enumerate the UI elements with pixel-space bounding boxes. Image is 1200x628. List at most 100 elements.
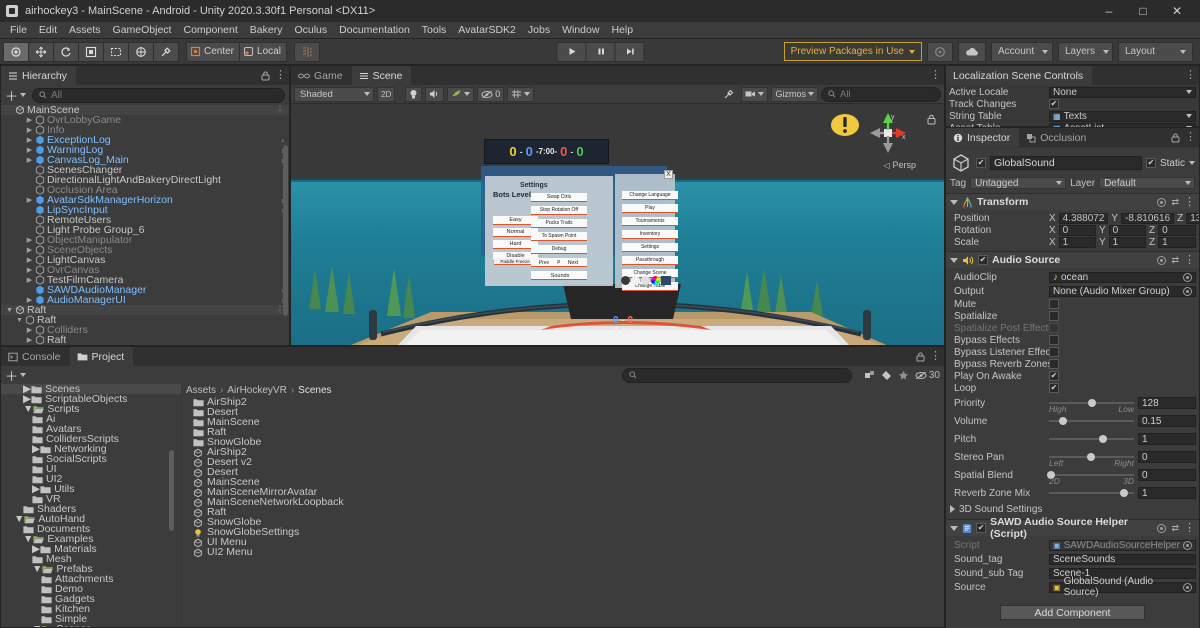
chevron-down-icon[interactable] bbox=[1189, 161, 1195, 165]
project-asset-airship2[interactable]: AirShip2 bbox=[182, 396, 944, 408]
sound-tag-field[interactable]: SceneSounds bbox=[1049, 553, 1196, 565]
tab-localization[interactable]: Localization Scene Controls bbox=[946, 66, 1093, 85]
hand-tool-button[interactable] bbox=[3, 41, 29, 62]
expand-arrow-icon[interactable]: ▶ bbox=[25, 126, 34, 134]
project-asset-raft[interactable]: Raft bbox=[182, 426, 944, 438]
menu-documentation[interactable]: Documentation bbox=[333, 22, 416, 39]
menu-window[interactable]: Window bbox=[556, 22, 605, 39]
close-button[interactable]: ✕ bbox=[1160, 0, 1194, 22]
account-button[interactable]: Account bbox=[991, 41, 1053, 62]
tab-occlusion[interactable]: Occlusion bbox=[1019, 128, 1096, 147]
play-on-awake-checkbox[interactable]: ✔ bbox=[1049, 371, 1059, 381]
hierarchy-item-objectmanipulator[interactable]: ▶ ObjectManipulator bbox=[1, 234, 289, 246]
breadcrumb-scenes[interactable]: Scenes bbox=[298, 385, 331, 396]
rotate-tool-button[interactable] bbox=[53, 41, 79, 62]
hierarchy-item-ovrcanvas[interactable]: ▶ OvrCanvas bbox=[1, 264, 289, 276]
project-asset-ui-menu[interactable]: UI Menu bbox=[182, 536, 944, 548]
expand-arrow-icon[interactable]: ▶ bbox=[25, 256, 34, 264]
expand-arrow-icon[interactable]: ▼ bbox=[23, 403, 33, 415]
menu-component[interactable]: Component bbox=[177, 22, 243, 39]
scene-viewport[interactable]: 0 - 0 7:00 0 - 0 -7:00- 0 - 0 Settings B… bbox=[291, 104, 944, 345]
minimize-button[interactable]: – bbox=[1092, 0, 1126, 22]
project-asset-snowglobe[interactable]: SnowGlobe bbox=[182, 436, 944, 448]
project-asset-ui2-menu[interactable]: UI2 Menu bbox=[182, 546, 944, 558]
menu-assets[interactable]: Assets bbox=[63, 22, 107, 39]
project-folder-socialscripts[interactable]: SocialScripts bbox=[1, 453, 181, 465]
menu-help[interactable]: Help bbox=[605, 22, 639, 39]
rect-tool-button[interactable] bbox=[103, 41, 129, 62]
hierarchy-item-ovrlobbygame[interactable]: ▶ OvrLobbyGame bbox=[1, 114, 289, 126]
active-locale-dropdown[interactable]: None bbox=[1049, 86, 1196, 98]
component-menu-icon[interactable]: ⋮ bbox=[1184, 254, 1195, 266]
project-tree-scrollbar[interactable] bbox=[169, 395, 174, 607]
project-folder-ai[interactable]: Ai bbox=[1, 413, 181, 425]
tab-inspector[interactable]: Inspector bbox=[946, 128, 1020, 147]
cloud-button[interactable] bbox=[958, 41, 986, 62]
breadcrumb[interactable]: Assets › AirHockeyVR › Scenes bbox=[182, 384, 944, 397]
hierarchy-item-colliders[interactable]: ▶ Colliders bbox=[1, 324, 289, 336]
expand-arrow-icon[interactable]: ▶ bbox=[25, 296, 34, 304]
bypass-listener-effects-checkbox[interactable]: ✔ bbox=[1049, 347, 1059, 357]
expand-arrow-icon[interactable]: ▶ bbox=[25, 146, 34, 154]
project-asset-desert-v2[interactable]: Desert v2 bbox=[182, 456, 944, 468]
pitch-value-field[interactable]: 1 bbox=[1138, 433, 1196, 445]
collab-button[interactable] bbox=[927, 41, 953, 62]
hierarchy-item-info[interactable]: ▶ Info bbox=[1, 124, 289, 136]
menu-bakery[interactable]: Bakery bbox=[244, 22, 289, 39]
hierarchy-item-raft[interactable]: ▶ Raft bbox=[1, 334, 289, 345]
project-folder-utils[interactable]: ▶ Utils bbox=[1, 483, 181, 495]
transform-position-z-field[interactable]: 13.46432 bbox=[1186, 212, 1199, 224]
hierarchy-item-raft[interactable]: ▼ Raft bbox=[1, 314, 289, 326]
sounds-button[interactable]: Sounds bbox=[534, 272, 586, 280]
project-asset-airship2[interactable]: AirShip2 bbox=[182, 446, 944, 458]
project-asset-snowglobesettings[interactable]: SnowGlobeSettings bbox=[182, 526, 944, 538]
project-folder-ui[interactable]: UI bbox=[1, 463, 181, 475]
3d-sound-settings-foldout[interactable]: 3D Sound Settings bbox=[946, 502, 1199, 516]
add-component-button[interactable]: Add Component bbox=[1000, 605, 1145, 620]
tab-console[interactable]: Console bbox=[1, 347, 70, 366]
gizmo-lock-icon[interactable] bbox=[927, 114, 936, 128]
scene-tools-button[interactable] bbox=[720, 87, 738, 102]
transform-tool-button[interactable] bbox=[128, 41, 154, 62]
settings-option-debug[interactable]: Debug bbox=[531, 245, 587, 254]
hierarchy-tree[interactable]: MainScene ⋮ ▶ OvrLobbyGame ▶ Info ▶ ExceptionLo… bbox=[1, 105, 289, 345]
volume-slider[interactable] bbox=[1049, 414, 1134, 428]
hierarchy-item-canvaslog-main[interactable]: ▶CanvasLog_Main› bbox=[1, 154, 289, 166]
menu-option-play[interactable]: Play bbox=[622, 204, 678, 213]
transform-rotation-z-field[interactable]: 0 bbox=[1158, 224, 1196, 236]
scene-lighting-toggle[interactable] bbox=[405, 86, 423, 102]
settings-option-stop-rotation-off[interactable]: Stop Rotation Off bbox=[531, 206, 587, 215]
grid-snap-icon[interactable] bbox=[293, 41, 320, 62]
expand-arrow-icon[interactable]: ▶ bbox=[25, 156, 34, 164]
hierarchy-item-sawdaudiomanager[interactable]: SAWDAudioManager› bbox=[1, 284, 289, 296]
component-menu-icon[interactable]: ⋮ bbox=[1184, 196, 1195, 208]
expand-arrow-icon[interactable]: ▶ bbox=[25, 246, 34, 254]
scene-camera-dropdown[interactable] bbox=[741, 86, 769, 102]
transform-scale-y-field[interactable]: 1 bbox=[1108, 236, 1146, 248]
transform-rotation-x-field[interactable]: 0 bbox=[1058, 224, 1096, 236]
project-folder-tree[interactable]: ▶ Scenes ▶ ScriptableObjects ▼ Scripts Ai Avata… bbox=[1, 384, 181, 627]
gameobject-name-field[interactable]: GlobalSound bbox=[990, 156, 1142, 170]
hierarchy-item-lightcanvas[interactable]: ▶ LightCanvas bbox=[1, 254, 289, 266]
collapse-triangle-icon[interactable] bbox=[950, 199, 958, 205]
pitch-slider[interactable] bbox=[1049, 432, 1134, 446]
project-menu-icon[interactable]: ⋮ bbox=[930, 351, 941, 362]
gameobject-enabled-checkbox[interactable]: ✔ bbox=[976, 158, 986, 168]
toggle-2d-button[interactable]: 2D bbox=[377, 86, 396, 102]
menu-tools[interactable]: Tools bbox=[416, 22, 453, 39]
bypass-reverb-zones-checkbox[interactable]: ✔ bbox=[1049, 359, 1059, 369]
tag-dropdown[interactable]: Untagged bbox=[970, 177, 1067, 189]
project-asset-mainscene[interactable]: MainScene bbox=[182, 416, 944, 428]
inspector-menu-icon[interactable]: ⋮ bbox=[1185, 132, 1196, 143]
object-picker-icon[interactable] bbox=[1183, 272, 1192, 282]
stereo-pan-slider[interactable]: Left Right bbox=[1049, 450, 1134, 468]
project-asset-mainscenenetworkloopback[interactable]: MainSceneNetworkLoopback bbox=[182, 496, 944, 508]
spatial-blend-slider[interactable]: 2D 3D bbox=[1046, 468, 1134, 486]
scene-search-input[interactable]: All bbox=[821, 86, 941, 102]
reverb-zone-mix-value-field[interactable]: 1 bbox=[1138, 487, 1196, 499]
menu-option-settings[interactable]: Settings bbox=[622, 243, 678, 252]
add-gameobject-button[interactable]: ＋ bbox=[5, 86, 27, 105]
expand-arrow-icon[interactable]: ▼ bbox=[32, 563, 42, 575]
project-search-input[interactable] bbox=[621, 367, 852, 383]
expand-arrow-icon[interactable]: ▶ bbox=[32, 483, 40, 495]
